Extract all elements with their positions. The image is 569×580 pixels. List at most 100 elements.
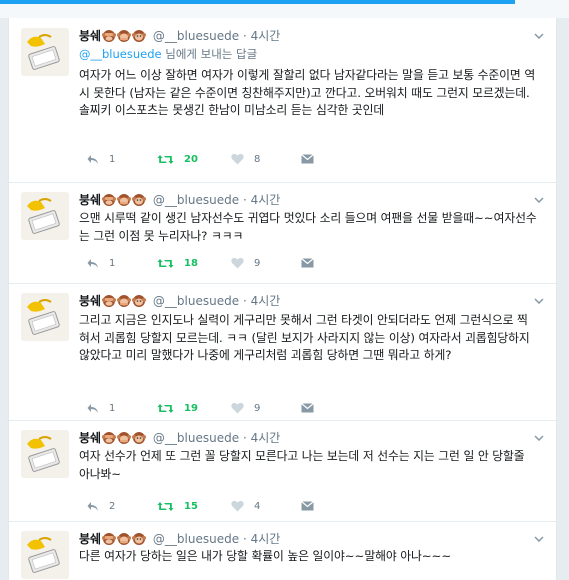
reply-icon — [87, 403, 99, 414]
chevron-down-icon[interactable] — [534, 28, 544, 42]
timestamp[interactable]: 4시간 — [251, 193, 281, 207]
tweet-text: 다른 여자가 당하는 일은 내가 당할 확률이 높은 일이야~~말해야 아나~~… — [79, 549, 452, 563]
monkey-emoji-icon — [132, 294, 147, 307]
tweet[interactable]: 붕쉐 @__bluesuede · 4시간 으맨 시루떡 같이 생긴 남자선수도… — [9, 182, 556, 284]
progress-accent — [0, 0, 515, 4]
timestamp[interactable]: 4시간 — [251, 29, 281, 43]
timestamp[interactable]: 4시간 — [251, 532, 281, 546]
reply-icon — [87, 258, 99, 269]
monkey-emoji-icon — [117, 294, 132, 307]
user-handle[interactable]: @__bluesuede — [153, 193, 239, 207]
direct-message-button[interactable] — [301, 400, 314, 416]
retweet-count: 20 — [184, 153, 198, 165]
direct-message-button[interactable] — [301, 151, 314, 167]
like-button[interactable]: 9 — [231, 400, 260, 416]
reply-button[interactable]: 1 — [87, 400, 115, 416]
monkey-emoji-icon — [117, 29, 132, 42]
retweet-button[interactable]: 18 — [157, 255, 198, 271]
retweet-icon — [157, 403, 174, 414]
separator-dot: · — [242, 193, 247, 207]
timestamp[interactable]: 4시간 — [251, 431, 281, 445]
reply-button[interactable]: 1 — [87, 151, 115, 167]
tweet-text: 그리고 지금은 인지도나 실력이 게구리만 못해서 그런 타겟이 안되더라도 언… — [79, 313, 530, 362]
tweet-header: 붕쉐 @__bluesuede · 4시간 — [79, 192, 280, 208]
direct-message-button[interactable] — [301, 498, 314, 514]
heart-icon — [231, 153, 244, 165]
monkey-emoji-icon — [102, 29, 117, 42]
tweet-text: 여자 선수가 언제 또 그런 꼴 당할지 모른다고 나는 보는데 저 선수는 지… — [79, 449, 525, 481]
tweet-text: 여자가 어느 이상 잘하면 여자가 이렇게 잘할리 없다 남자같다라는 말을 듣… — [79, 68, 536, 117]
heart-icon — [231, 402, 244, 414]
retweet-button[interactable]: 15 — [157, 498, 198, 514]
chevron-down-icon[interactable] — [534, 430, 544, 444]
reply-count: 1 — [109, 257, 116, 269]
chevron-down-icon[interactable] — [534, 192, 544, 206]
like-button[interactable]: 4 — [231, 498, 260, 514]
envelope-icon — [301, 501, 314, 511]
display-name[interactable]: 붕쉐 — [79, 532, 101, 546]
retweet-button[interactable]: 20 — [157, 151, 198, 167]
monkey-emoji-icon — [102, 294, 117, 307]
like-count: 9 — [254, 402, 261, 414]
monkey-emoji-icon — [102, 193, 117, 206]
monkey-emoji-icon — [117, 532, 132, 545]
heart-icon — [231, 257, 244, 269]
monkey-emoji-icon — [132, 193, 147, 206]
retweet-icon — [157, 501, 174, 512]
reply-button[interactable]: 2 — [87, 498, 115, 514]
reply-suffix: 님에게 보내는 답글 — [161, 47, 258, 61]
monkey-emoji-icon — [102, 431, 117, 444]
timestamp[interactable]: 4시간 — [251, 294, 281, 308]
tweet-header: 붕쉐 @__bluesuede · 4시간 — [79, 430, 280, 446]
envelope-icon — [301, 258, 314, 268]
reply-button[interactable]: 1 — [87, 255, 115, 271]
monkey-emoji-icon — [117, 193, 132, 206]
direct-message-button[interactable] — [301, 255, 314, 271]
avatar[interactable] — [21, 293, 69, 341]
like-button[interactable]: 8 — [231, 151, 260, 167]
chevron-down-icon[interactable] — [534, 531, 544, 545]
monkey-emoji-icon — [132, 431, 147, 444]
display-name[interactable]: 붕쉐 — [79, 431, 101, 445]
retweet-count: 15 — [184, 500, 198, 512]
tweet[interactable]: 붕쉐 @__bluesuede · 4시간 다른 여자가 당하는 일은 내가 당… — [9, 521, 556, 580]
reply-mention-link[interactable]: @__bluesuede — [79, 47, 162, 61]
avatar[interactable] — [21, 28, 69, 76]
separator-dot: · — [242, 294, 247, 308]
avatar[interactable] — [21, 531, 69, 579]
reply-icon — [87, 154, 99, 165]
scrollbar-track[interactable] — [556, 18, 569, 580]
reply-count: 1 — [109, 402, 116, 414]
separator-dot: · — [242, 431, 247, 445]
user-handle[interactable]: @__bluesuede — [153, 294, 239, 308]
monkey-emoji-icon — [132, 29, 147, 42]
avatar[interactable] — [21, 430, 69, 478]
envelope-icon — [301, 154, 314, 164]
chevron-down-icon[interactable] — [534, 293, 544, 307]
reply-context: @__bluesuede 님에게 보내는 답글 — [79, 46, 257, 62]
reply-icon — [87, 501, 99, 512]
retweet-icon — [157, 258, 174, 269]
tweet[interactable]: 붕쉐 @__bluesuede · 4시간 여자 선수가 언제 또 그런 꼴 당… — [9, 420, 556, 522]
user-handle[interactable]: @__bluesuede — [153, 29, 239, 43]
reply-count: 1 — [109, 153, 116, 165]
avatar[interactable] — [21, 192, 69, 240]
timeline-panel: 붕쉐 @__bluesuede · 4시간 @__bluesuede 님에게 보… — [8, 18, 557, 580]
tweet-header: 붕쉐 @__bluesuede · 4시간 — [79, 28, 280, 44]
like-button[interactable]: 9 — [231, 255, 260, 271]
tweet[interactable]: 붕쉐 @__bluesuede · 4시간 그리고 지금은 인지도나 실력이 게… — [9, 283, 556, 421]
tweet[interactable]: 붕쉐 @__bluesuede · 4시간 @__bluesuede 님에게 보… — [9, 18, 556, 183]
tweet-header: 붕쉐 @__bluesuede · 4시간 — [79, 531, 280, 547]
display-name[interactable]: 붕쉐 — [79, 29, 101, 43]
separator-dot: · — [242, 532, 247, 546]
separator-dot: · — [242, 29, 247, 43]
user-handle[interactable]: @__bluesuede — [153, 532, 239, 546]
retweet-button[interactable]: 19 — [157, 400, 198, 416]
display-name[interactable]: 붕쉐 — [79, 294, 101, 308]
monkey-emoji-icon — [117, 431, 132, 444]
envelope-icon — [301, 403, 314, 413]
retweet-count: 19 — [184, 402, 198, 414]
user-handle[interactable]: @__bluesuede — [153, 431, 239, 445]
top-bar — [0, 0, 569, 18]
display-name[interactable]: 붕쉐 — [79, 193, 101, 207]
